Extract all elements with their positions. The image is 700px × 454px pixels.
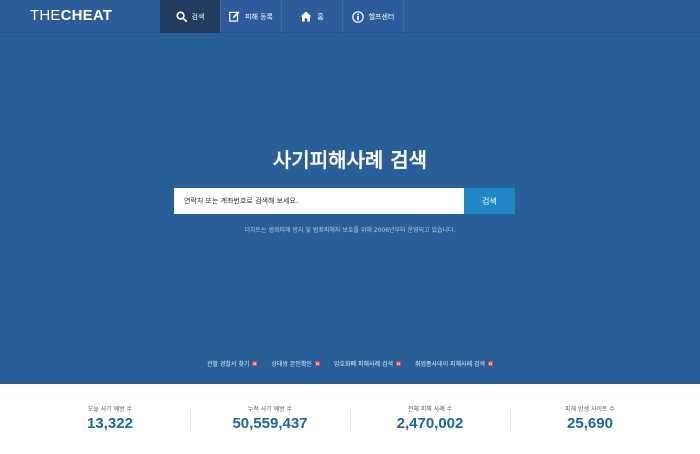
top-nav-bar: THECHEAT 검색 피해 등록 홈 헬프센터: [0, 0, 700, 33]
stat-value: 13,322: [87, 415, 133, 432]
nav-help-label: 헬프센터: [368, 12, 395, 21]
quick-link-label: 관할 경찰서 찾기: [206, 361, 250, 368]
page: THECHEAT 검색 피해 등록 홈 헬프센터 사기피해사례 검색 연락처 또…: [0, 0, 700, 454]
quick-link-job-search[interactable]: 취업종사데이 피해사례 검색 N: [414, 359, 494, 368]
stat-today-prevented: 오늘 사기 예방 수 13,322: [30, 384, 190, 454]
hero-section: 사기피해사례 검색 검색 더치트는 범죄피해 방지 및 범죄피해자 보호를 위해…: [0, 33, 700, 384]
quick-link-police-station[interactable]: 관할 경찰서 찾기 N: [206, 359, 258, 368]
logo-text-the: THE: [30, 7, 61, 24]
quick-link-label: 취업종사데이 피해사례 검색: [414, 361, 486, 368]
stat-sites: 피해 방생 사이트 수 25,690: [510, 384, 670, 454]
stat-value: 25,690: [567, 415, 613, 432]
stats-bar: 오늘 사기 예방 수 13,322 누적 사기 예방 수 50,559,437 …: [30, 384, 670, 454]
info-icon: [351, 10, 364, 23]
new-badge: N: [314, 361, 320, 366]
quick-link-label: 상태방 본인확인: [271, 361, 312, 368]
hero-description: 더치트는 범죄피해 방지 및 범죄피해자 보호를 위해 2006년부터 운영되고…: [244, 227, 456, 234]
home-icon: [300, 11, 312, 22]
search-icon: [176, 11, 187, 22]
nav-help[interactable]: 헬프센터: [343, 0, 404, 33]
hero-title: 사기피해사례 검색: [272, 148, 428, 172]
stat-label: 오늘 사기 예방 수: [87, 406, 133, 413]
edit-icon: [229, 11, 240, 22]
main-nav: 검색 피해 등록 홈 헬프센터: [160, 0, 404, 33]
nav-search[interactable]: 검색: [160, 0, 221, 33]
nav-report[interactable]: 피해 등록: [221, 0, 282, 33]
search-input[interactable]: [174, 188, 464, 214]
stat-total-prevented: 누적 사기 예방 수 50,559,437: [190, 384, 350, 454]
nav-home[interactable]: 홈: [282, 0, 343, 33]
quick-link-identity-check[interactable]: 상태방 본인확인 N: [271, 359, 320, 368]
new-badge: N: [395, 361, 401, 366]
quick-link-label: 암호화폐 피해사례 검색: [333, 361, 393, 368]
new-badge: N: [488, 361, 494, 366]
stat-total-cases: 전체 피해 사례 수 2,470,002: [350, 384, 510, 454]
new-badge: N: [252, 361, 258, 366]
quick-link-crypto-search[interactable]: 암호화폐 피해사례 검색 N: [334, 359, 401, 368]
nav-search-label: 검색: [191, 12, 205, 21]
nav-report-label: 피해 등록: [245, 12, 273, 21]
logo-text-cheat: CHEAT: [60, 7, 113, 24]
logo[interactable]: THECHEAT: [30, 7, 112, 24]
stat-label: 전체 피해 사례 수: [407, 406, 453, 413]
stat-value: 2,470,002: [396, 415, 464, 432]
stat-value: 50,559,437: [232, 415, 308, 432]
stat-label: 피해 방생 사이트 수: [565, 406, 615, 413]
quick-links: 관할 경찰서 찾기 N 상태방 본인확인 N 암호화폐 피해사례 검색 N 취업…: [0, 359, 700, 368]
stat-label: 누적 사기 예방 수: [247, 406, 293, 413]
search-button[interactable]: 검색: [464, 188, 515, 214]
nav-home-label: 홈: [317, 12, 324, 21]
